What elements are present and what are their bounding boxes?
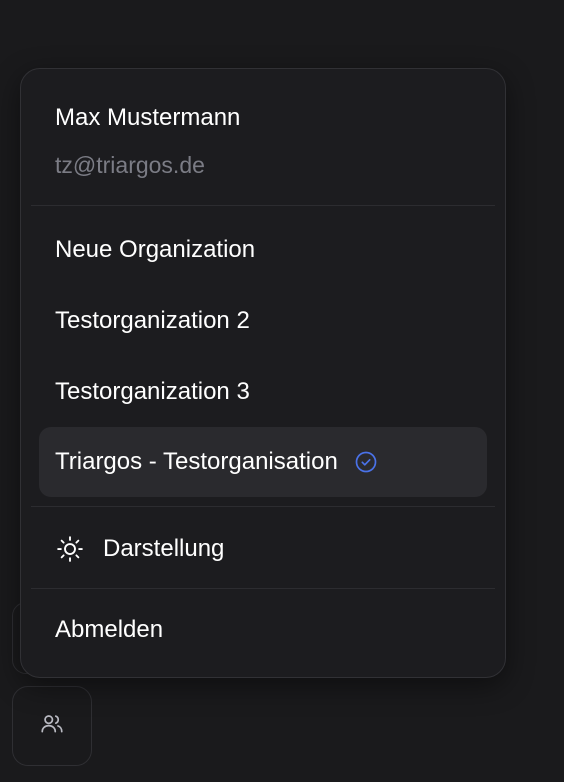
user-email: tz@triargos.de xyxy=(55,152,205,178)
org-item-testorganization-2[interactable]: Testorganization 2 xyxy=(39,286,487,356)
divider xyxy=(31,588,495,589)
org-item-label: Testorganization 2 xyxy=(55,307,250,334)
appearance-label: Darstellung xyxy=(103,535,225,562)
users-button[interactable] xyxy=(12,686,92,766)
check-circle-icon xyxy=(354,450,378,474)
divider xyxy=(31,205,495,206)
org-item-label: Testorganization 3 xyxy=(55,378,250,405)
logout-button[interactable]: Abmelden xyxy=(39,595,487,665)
users-icon xyxy=(39,711,65,742)
sun-icon xyxy=(55,534,85,564)
divider xyxy=(31,506,495,507)
appearance-menu-item[interactable]: Darstellung xyxy=(39,514,487,584)
user-name: Max Mustermann xyxy=(55,104,241,131)
org-item-label: Triargos - Testorganisation xyxy=(55,448,338,475)
org-item-testorganization-3[interactable]: Testorganization 3 xyxy=(39,357,487,427)
org-item-triargos-testorganisation[interactable]: Triargos - Testorganisation xyxy=(39,427,487,497)
org-item-neue-organization[interactable]: Neue Organization xyxy=(39,215,487,285)
account-menu: Max Mustermann tz@triargos.de Neue Organ… xyxy=(20,68,506,678)
logout-label: Abmelden xyxy=(55,616,164,643)
org-item-label: Neue Organization xyxy=(55,236,256,263)
